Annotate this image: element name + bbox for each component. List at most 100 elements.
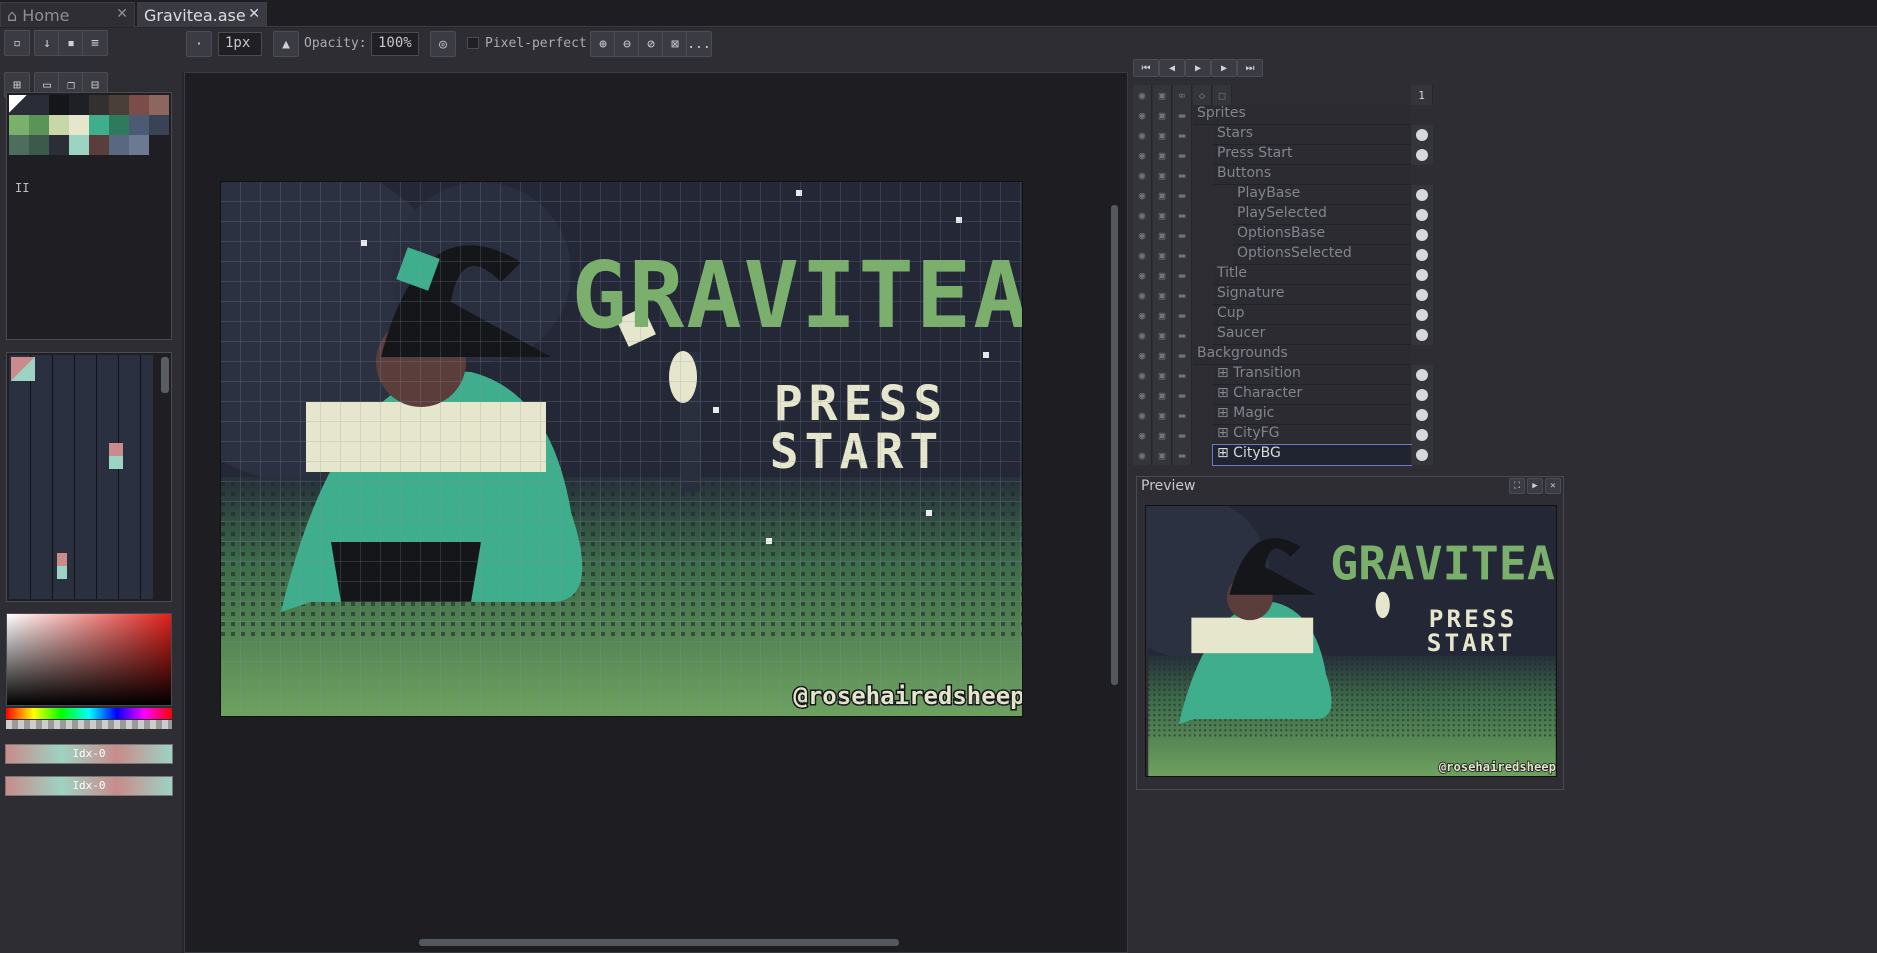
continuous-icon[interactable]: ▬ [1173,325,1192,345]
palette-swatch[interactable] [49,95,69,115]
palette-swatch[interactable] [109,95,129,115]
opacity-field[interactable]: 100% [371,32,419,56]
close-icon[interactable]: ✕ [116,6,128,22]
layer-name[interactable]: OptionsBase [1233,225,1411,245]
eye-icon[interactable]: ◉ [1133,305,1152,325]
alpha-slider[interactable] [6,720,172,729]
layer-row[interactable]: ◉ ▣ ▬ Stars [1133,125,1433,145]
palette-swatch[interactable] [29,95,49,115]
layer-row[interactable]: ◉ ▣ ▬ OptionsBase [1133,225,1433,245]
palette-swatch[interactable] [129,135,149,155]
more-button[interactable]: ... [686,31,712,57]
tileset-grid[interactable] [9,355,153,599]
vertical-scrollbar[interactable] [1111,205,1118,685]
layer-name[interactable]: Title [1213,265,1411,285]
eye-icon[interactable]: ◉ [1133,185,1152,205]
layer-row[interactable]: ◉ ▣ ▬ ⊞ CityFG [1133,425,1433,445]
layer-name[interactable]: Cup [1213,305,1411,325]
lock-icon[interactable]: ▣ [1153,185,1172,205]
cel-dot[interactable] [1411,425,1433,445]
lock-icon[interactable]: ▣ [1153,245,1172,265]
layer-row[interactable]: ◉ ▣ ▬ ⊞ Transition [1133,365,1433,385]
tab-gravitea[interactable]: Gravitea.ase ✕ [137,2,267,27]
cel-dot[interactable] [1411,405,1433,425]
eye-icon[interactable]: ◉ [1133,425,1152,445]
palette-swatch[interactable] [149,95,169,115]
continuous-icon[interactable]: ▬ [1173,425,1192,445]
menu-icon[interactable]: ≡ [82,30,108,56]
lock-icon[interactable]: ▣ [1153,445,1172,465]
lock-icon[interactable]: ▣ [1153,165,1172,185]
brush-shape-icon[interactable]: · [186,31,212,57]
layer-name[interactable]: PlaySelected [1233,205,1411,225]
layer-name[interactable]: ⊞ Transition [1213,365,1411,385]
continuous-icon[interactable]: ▬ [1173,445,1192,465]
continuous-icon[interactable]: ▬ [1173,245,1192,265]
frame-number[interactable]: 1 [1411,85,1433,105]
onion-skin-icon[interactable]: ◇ [1193,85,1212,105]
continuous-icon[interactable]: ▬ [1173,105,1192,125]
eye-icon[interactable]: ◉ [1133,345,1152,365]
eye-icon[interactable]: ◉ [1133,145,1152,165]
lock-icon[interactable]: ▣ [1153,205,1172,225]
lock-icon[interactable]: ▣ [1153,265,1172,285]
layer-options-icon[interactable]: □ [1213,85,1232,105]
continuous-icon[interactable]: ▬ [1173,225,1192,245]
lock-icon[interactable]: ▣ [1153,405,1172,425]
eye-icon[interactable]: ◉ [1133,445,1152,465]
symmetry-icon[interactable]: ◎ [430,31,456,57]
pixel-perfect-checkbox[interactable] [467,37,479,49]
play-icon[interactable]: ▶ [1185,59,1211,77]
cel-dot[interactable] [1411,365,1433,385]
layer-row[interactable]: ◉ ▣ ▬ PlaySelected [1133,205,1433,225]
align-vertical-icon[interactable]: ⊕ [590,31,616,57]
no-symmetry-icon[interactable]: ⊠ [662,31,688,57]
lock-icon[interactable]: ▣ [1153,145,1172,165]
layer-row[interactable]: ◉ ▣ ▬ PlayBase [1133,185,1433,205]
continuous-icon[interactable]: ▬ [1173,125,1192,145]
layer-row[interactable]: ◉ ▣ ▬ Saucer [1133,325,1433,345]
last-frame-icon[interactable]: ⏭ [1237,59,1263,77]
continuous-icon[interactable]: ▬ [1173,305,1192,325]
layer-row[interactable]: ◉ ▣ ▬ ⊞ Character [1133,385,1433,405]
layer-name[interactable]: Stars [1213,125,1411,145]
lock-icon[interactable]: ▣ [1153,105,1172,125]
layer-name[interactable]: PlayBase [1233,185,1411,205]
preview-canvas[interactable]: GRAVITEA PRESS START @rosehairedsheep [1145,505,1557,777]
eye-icon[interactable]: ◉ [1133,225,1152,245]
layer-row[interactable]: ◉ ▣ ▬ Sprites [1133,105,1433,125]
tile-selected[interactable] [11,357,35,381]
layer-name[interactable]: ⊞ CityBG [1212,444,1412,466]
layer-row[interactable]: ◉ ▣ ▬ OptionsSelected [1133,245,1433,265]
cel-dot[interactable] [1411,445,1433,465]
continuous-icon[interactable]: ▬ [1173,385,1192,405]
eye-icon[interactable]: ◉ [1133,165,1152,185]
close-icon[interactable]: ✕ [248,6,260,22]
lock-icon[interactable]: ▣ [1153,425,1172,445]
lock-icon[interactable]: ▫ [4,30,30,56]
eye-icon[interactable]: ◉ [1133,85,1152,105]
layer-row[interactable]: ◉ ▣ ▬ Title [1133,265,1433,285]
palette-swatch[interactable] [49,135,69,155]
layer-row[interactable]: ◉ ▣ ▬ Cup [1133,305,1433,325]
close-icon[interactable]: ✕ [1545,478,1561,494]
fullscreen-icon[interactable]: ⛶ [1509,478,1525,494]
continuous-icon[interactable]: ▬ [1173,285,1192,305]
palette-swatch[interactable] [129,115,149,135]
eye-icon[interactable]: ◉ [1133,125,1152,145]
layer-name[interactable]: ⊞ Magic [1213,405,1411,425]
horizontal-scrollbar[interactable] [419,939,899,946]
layer-name[interactable]: Backgrounds [1193,345,1411,365]
continuous-icon[interactable]: ▬ [1173,185,1192,205]
eye-icon[interactable]: ◉ [1133,265,1152,285]
layer-name[interactable]: ⊞ CityFG [1213,425,1411,445]
tile[interactable] [109,443,123,469]
cel-dot[interactable] [1411,325,1433,345]
cel-dot[interactable] [1411,265,1433,285]
eye-icon[interactable]: ◉ [1133,405,1152,425]
continuous-icon[interactable]: ▬ [1173,265,1192,285]
palette-swatch[interactable] [149,115,169,135]
continuous-icon[interactable]: ▬ [1173,165,1192,185]
palette-swatch[interactable] [49,115,69,135]
cel-dot[interactable] [1411,205,1433,225]
